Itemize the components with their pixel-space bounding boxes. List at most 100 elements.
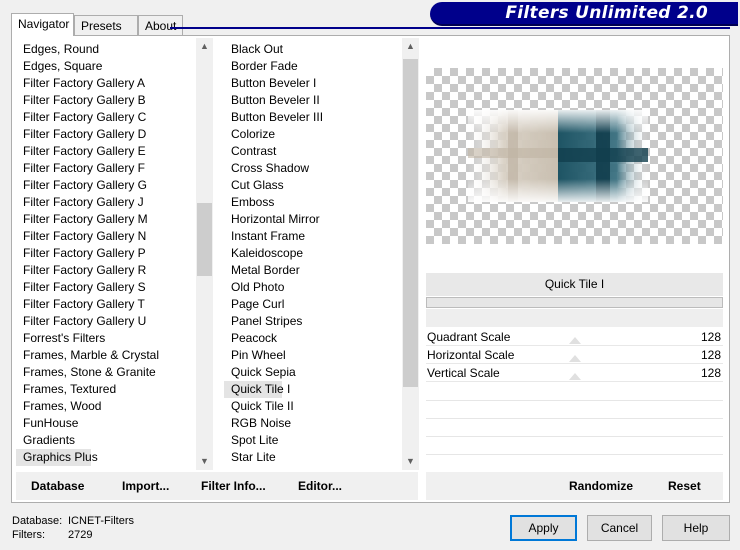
- editor-button[interactable]: Editor...: [298, 479, 342, 493]
- category-list-item[interactable]: Edges, Round: [16, 41, 213, 58]
- help-button[interactable]: Help: [662, 515, 730, 541]
- filter-list-item[interactable]: Instant Frame: [224, 228, 419, 245]
- category-list-item[interactable]: Filter Factory Gallery P: [16, 245, 213, 262]
- scroll-up-icon[interactable]: ▲: [402, 38, 419, 55]
- slider-horizontal-scale[interactable]: Horizontal Scale 128: [426, 346, 723, 364]
- empty-slider-slot: [426, 418, 723, 419]
- slider-label: Horizontal Scale: [427, 348, 515, 362]
- filter-list-item[interactable]: Metal Border: [224, 262, 419, 279]
- filter-scroll-thumb[interactable]: [403, 59, 418, 387]
- filter-list-item[interactable]: Pin Wheel: [224, 347, 419, 364]
- filter-list-item[interactable]: Black Out: [224, 41, 419, 58]
- slider-quadrant-scale[interactable]: Quadrant Scale 128: [426, 328, 723, 346]
- slider-value: 128: [700, 348, 721, 362]
- database-label: Database:: [12, 515, 63, 527]
- filter-action-bar: Randomize Reset: [426, 472, 723, 500]
- slider-vertical-scale[interactable]: Vertical Scale 128: [426, 364, 723, 382]
- slider-label: Vertical Scale: [427, 366, 500, 380]
- category-list-item[interactable]: Filter Factory Gallery R: [16, 262, 213, 279]
- reset-button[interactable]: Reset: [668, 479, 701, 493]
- slider-value: 128: [700, 366, 721, 380]
- cancel-button[interactable]: Cancel: [587, 515, 652, 541]
- category-scroll-thumb[interactable]: [197, 203, 212, 276]
- tab-navigator[interactable]: Navigator: [11, 13, 74, 36]
- filter-list-item[interactable]: Star Lite: [224, 449, 419, 466]
- empty-slider-slot: [426, 400, 723, 401]
- progress-bar: [426, 297, 723, 308]
- category-list-item[interactable]: Filter Factory Gallery S: [16, 279, 213, 296]
- empty-slider-slot: [426, 436, 723, 437]
- category-list-item[interactable]: Filter Factory Gallery F: [16, 160, 213, 177]
- filter-list-item[interactable]: Cut Glass: [224, 177, 419, 194]
- category-list-item[interactable]: Filter Factory Gallery N: [16, 228, 213, 245]
- filter-info-button[interactable]: Filter Info...: [201, 479, 266, 493]
- banner-underline: [170, 27, 730, 29]
- category-list-item[interactable]: Filter Factory Gallery C: [16, 109, 213, 126]
- app-title: Filters Unlimited 2.0: [505, 3, 708, 23]
- category-list-item[interactable]: Filter Factory Gallery J: [16, 194, 213, 211]
- category-list-item[interactable]: Filter Factory Gallery D: [16, 126, 213, 143]
- category-list-item[interactable]: Frames, Textured: [16, 381, 213, 398]
- filter-list-item[interactable]: Kaleidoscope: [224, 245, 419, 262]
- category-list-item[interactable]: Filter Factory Gallery B: [16, 92, 213, 109]
- apply-button[interactable]: Apply: [510, 515, 577, 541]
- category-list-item[interactable]: Frames, Marble & Crystal: [16, 347, 213, 364]
- slider-handle[interactable]: [569, 337, 581, 344]
- preview-image: [468, 110, 648, 202]
- filter-list-item[interactable]: Quick Sepia: [224, 364, 419, 381]
- app-banner: Filters Unlimited 2.0: [430, 2, 738, 26]
- category-list-item[interactable]: Graphics Plus: [16, 449, 98, 466]
- tab-presets[interactable]: Presets: [74, 15, 138, 35]
- scroll-up-icon[interactable]: ▲: [196, 38, 213, 55]
- filter-list-item[interactable]: Horizontal Mirror: [224, 211, 419, 228]
- category-list-item[interactable]: FunHouse: [16, 415, 213, 432]
- filter-list-item[interactable]: Contrast: [224, 143, 419, 160]
- category-list-item[interactable]: Frames, Wood: [16, 398, 213, 415]
- filter-list-item[interactable]: Spot Lite: [224, 432, 419, 449]
- import-button[interactable]: Import...: [122, 479, 169, 493]
- slider-handle[interactable]: [569, 373, 581, 380]
- category-list-item[interactable]: Forrest's Filters: [16, 330, 213, 347]
- scroll-down-icon[interactable]: ▼: [196, 453, 213, 470]
- preview-pane[interactable]: [426, 68, 723, 244]
- filter-list-item[interactable]: Quick Tile I: [224, 381, 290, 398]
- filter-list-item[interactable]: Quick Tile II: [224, 398, 419, 415]
- category-list-item[interactable]: Filter Factory Gallery U: [16, 313, 213, 330]
- category-list-item[interactable]: Filter Factory Gallery T: [16, 296, 213, 313]
- category-list-item[interactable]: Filter Factory Gallery M: [16, 211, 213, 228]
- category-scrollbar[interactable]: ▲ ▼: [196, 38, 213, 470]
- filters-count: 2729: [68, 529, 93, 541]
- filter-list-item[interactable]: Panel Stripes: [224, 313, 419, 330]
- tab-about[interactable]: About: [138, 15, 183, 35]
- filter-title: Quick Tile I: [426, 273, 723, 296]
- filter-list-item[interactable]: Button Beveler I: [224, 75, 419, 92]
- category-list-item[interactable]: Edges, Square: [16, 58, 213, 75]
- filter-list-item[interactable]: Old Photo: [224, 279, 419, 296]
- filter-list-item[interactable]: RGB Noise: [224, 415, 419, 432]
- category-list[interactable]: Edges, Round Edges, Square Filter Factory …: [16, 38, 213, 470]
- category-list-item[interactable]: Filter Factory Gallery E: [16, 143, 213, 160]
- slider-handle[interactable]: [569, 355, 581, 362]
- filter-list-item[interactable]: Emboss: [224, 194, 419, 211]
- filter-list[interactable]: Black Out Border Fade Button Beveler I Butt…: [224, 38, 419, 470]
- scroll-down-icon[interactable]: ▼: [402, 453, 419, 470]
- filter-scrollbar[interactable]: ▲ ▼: [402, 38, 419, 470]
- filter-list-item[interactable]: Colorize: [224, 126, 419, 143]
- database-value: ICNET-Filters: [68, 515, 134, 527]
- filters-label: Filters:: [12, 529, 45, 541]
- category-list-item[interactable]: Filter Factory Gallery G: [16, 177, 213, 194]
- empty-slider-slot: [426, 454, 723, 455]
- filter-list-item[interactable]: Border Fade: [224, 58, 419, 75]
- filter-list-item[interactable]: Cross Shadow: [224, 160, 419, 177]
- category-list-item[interactable]: Filter Factory Gallery A: [16, 75, 213, 92]
- randomize-button[interactable]: Randomize: [569, 479, 633, 493]
- category-list-item[interactable]: Gradients: [16, 432, 213, 449]
- slider-value: 128: [700, 330, 721, 344]
- filter-list-item[interactable]: Peacock: [224, 330, 419, 347]
- database-button[interactable]: Database: [31, 479, 84, 493]
- filter-items: Black Out Border Fade Button Beveler I Butt…: [224, 38, 419, 466]
- filter-list-item[interactable]: Button Beveler II: [224, 92, 419, 109]
- category-list-item[interactable]: Frames, Stone & Granite: [16, 364, 213, 381]
- filter-list-item[interactable]: Page Curl: [224, 296, 419, 313]
- filter-list-item[interactable]: Button Beveler III: [224, 109, 419, 126]
